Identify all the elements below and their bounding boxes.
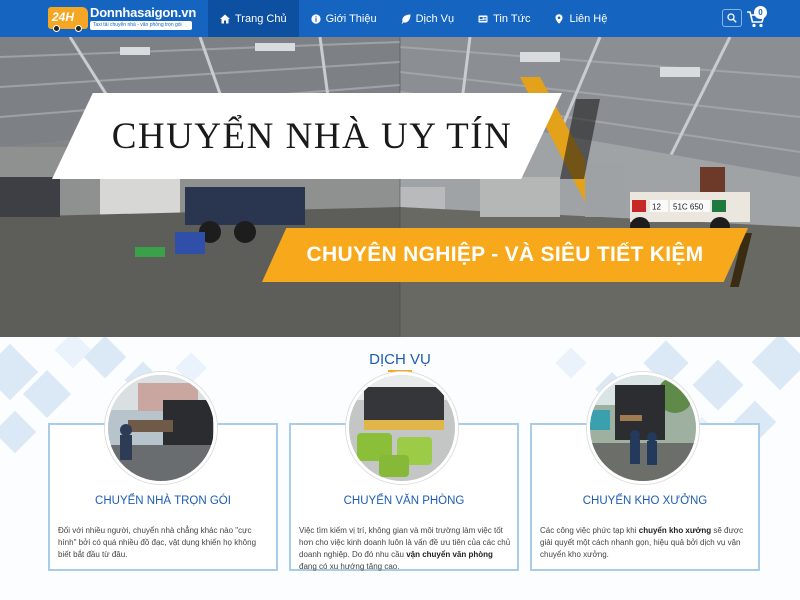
- newspaper-icon: [478, 15, 488, 22]
- menu-item-label: Tin Tức: [493, 12, 531, 25]
- logo-badge: 24H: [52, 10, 75, 24]
- truck-logo-icon: 24H: [48, 7, 88, 32]
- logo-tagline: Taxi tải chuyển nhà - văn phòng trọn gói: [90, 21, 192, 30]
- top-navbar: 24H Donnhasaigon.vn Taxi tải chuyển nhà …: [0, 0, 800, 37]
- warehouse-photo: 12 51C 650: [0, 37, 800, 337]
- headline-banner: CHUYỂN NHÀ UY TÍN: [52, 93, 562, 179]
- map-marker-icon: [555, 13, 563, 24]
- search-icon: [727, 13, 737, 23]
- menu-item-gioi-thieu[interactable]: Giới Thiệu: [299, 0, 389, 37]
- cart-count-badge: 0: [754, 6, 767, 19]
- sign-left: 12: [652, 203, 661, 212]
- card-title: CHUYỂN VĂN PHÒNG: [343, 495, 465, 507]
- card-title: CHUYỂN NHÀ TRỌN GÓI: [95, 495, 231, 507]
- site-logo[interactable]: 24H Donnhasaigon.vn Taxi tải chuyển nhà …: [48, 5, 198, 33]
- search-button[interactable]: [722, 9, 742, 27]
- hero-subline: CHUYÊN NGHIỆP - VÀ SIÊU TIẾT KIỆM: [306, 243, 704, 266]
- card-image-chuyen-kho-xuong[interactable]: [587, 372, 699, 484]
- card-description: Các công việc phức tạp khi chuyển kho xư…: [540, 526, 744, 559]
- menu-item-label: Dịch Vụ: [415, 12, 455, 25]
- menu-item-label: Giới Thiệu: [325, 12, 377, 25]
- hero-headline: CHUYỂN NHÀ UY TÍN: [111, 115, 513, 157]
- section-title: DỊCH VỤ: [369, 351, 431, 368]
- menu-item-label: Trang Chủ: [235, 12, 287, 25]
- card-image-chuyen-van-phong[interactable]: [346, 372, 458, 484]
- card-image-chuyen-nha[interactable]: [105, 372, 217, 484]
- sign-plate: 51C 650: [673, 203, 704, 212]
- subline-banner: CHUYÊN NGHIỆP - VÀ SIÊU TIẾT KIỆM: [262, 228, 748, 282]
- logo-name: Donnhasaigon.vn: [90, 5, 197, 20]
- card-description: Đối với nhiều người, chuyển nhà chẳng kh…: [58, 526, 257, 559]
- hero-banner: 12 51C 650 CHUYỂN NHÀ UY TÍN CHUYÊN NGHI…: [0, 37, 800, 337]
- menu-item-dich-vu[interactable]: Dịch Vụ: [389, 0, 467, 37]
- leaf-icon: [401, 14, 411, 24]
- info-icon: [310, 13, 321, 24]
- home-icon: [220, 14, 230, 23]
- card-title: CHUYỂN KHO XƯỞNG: [582, 495, 708, 507]
- menu-item-label: Liên Hệ: [569, 12, 608, 25]
- menu-item-trang-chu[interactable]: Trang Chủ: [208, 0, 299, 37]
- services-section: DỊCH VỤ CHUYỂN NHÀ TRỌN GÓI Đối với nhiề…: [0, 337, 800, 600]
- card-description: Việc tìm kiếm vị trí, không gian và môi …: [299, 526, 511, 571]
- main-menu: Trang Chủ Giới Thiệu Dịch Vụ Tin Tức Liê…: [208, 0, 619, 37]
- menu-item-tin-tuc[interactable]: Tin Tức: [466, 0, 542, 37]
- menu-item-lien-he[interactable]: Liên Hệ: [542, 0, 619, 37]
